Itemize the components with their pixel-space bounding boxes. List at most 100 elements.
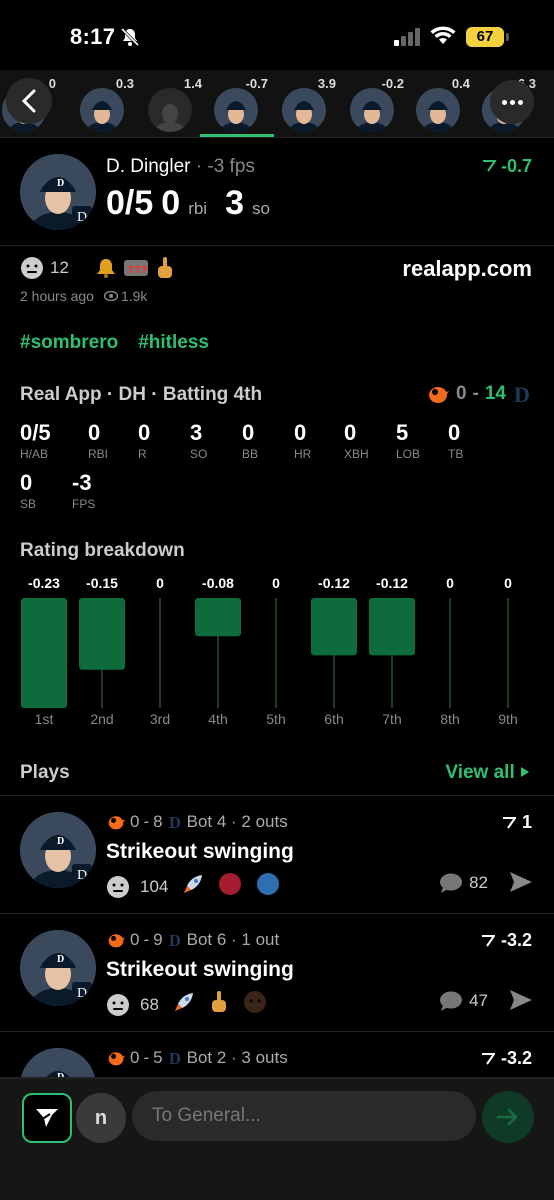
stat-value: 0 [344, 420, 357, 445]
stat-value: -3 [72, 470, 92, 495]
hashtag[interactable]: #hitless [138, 332, 209, 354]
orioles-logo-icon [108, 1052, 125, 1066]
stat-cell: -3 FPS [72, 470, 122, 511]
strip-player-avatar [148, 88, 192, 132]
stat-label: HR [294, 447, 312, 461]
chevron-left-icon [21, 89, 36, 113]
strip-player-avatar [416, 88, 460, 132]
svg-text:D: D [169, 813, 181, 831]
back-button[interactable] [6, 78, 52, 124]
rbi-value: 0 [161, 184, 181, 222]
game-score[interactable]: 0-14 D [426, 382, 532, 406]
real-logo-button[interactable] [22, 1093, 72, 1143]
strip-player-score: 3.9 [317, 76, 336, 91]
clock: 8:17 [70, 24, 116, 49]
hashtag[interactable]: #sombrero [20, 332, 118, 354]
play-delta: -3.2 [481, 930, 532, 951]
plays-title: Plays [20, 762, 70, 783]
inning-label: 5th [266, 711, 285, 727]
tigers-logo-icon: D [169, 813, 181, 831]
svg-text:D: D [77, 986, 87, 1001]
svg-text:D: D [77, 868, 87, 883]
bar-value-label: -0.12 [376, 575, 408, 591]
status-bar: 8:17 67 [0, 0, 554, 70]
stat-cell: 0R [138, 420, 188, 461]
caret-right-icon [521, 767, 529, 777]
more-button[interactable] [490, 80, 534, 124]
strip-player-avatar [214, 88, 258, 132]
stat-value: 0 [20, 470, 33, 495]
cellular-signal-icon [394, 28, 422, 51]
reaction-count: 12 [50, 258, 69, 277]
strip-player[interactable]: 1.4 [146, 76, 202, 132]
compose-bar: n [0, 1078, 554, 1200]
svg-text:D: D [77, 210, 87, 225]
strip-player[interactable]: 3.9 [280, 76, 336, 132]
player-avatar: DD [20, 154, 96, 230]
share-button[interactable] [508, 988, 534, 1017]
play-situation: 0-8 D Bot 4 · 2 outs [106, 812, 288, 832]
bar-value-label: 0 [156, 575, 164, 591]
player-name: D. Dingler · -3 fps [106, 156, 255, 177]
rating-chart: -0.23 1st -0.15 2nd 0 3rd -0.08 4th 0 5th -0.12 6th… [21, 575, 518, 727]
strip-player[interactable]: 0.3 [78, 76, 134, 132]
stat-value: 0 [138, 420, 151, 445]
real-logo-icon [36, 1109, 58, 1127]
strip-player-avatar [350, 88, 394, 132]
play-item[interactable]: D D 0-8 D Bot 4 · 2 outs 1 Strikeout swinging 1… [0, 796, 554, 914]
comments-button[interactable]: 47 [439, 990, 488, 1012]
tigers-logo-icon: D [169, 1049, 181, 1067]
send-button[interactable] [482, 1091, 534, 1143]
message-input[interactable] [132, 1091, 476, 1141]
strip-player-score: -0.7 [245, 76, 268, 91]
real-logo-icon [502, 816, 516, 829]
hits-at-bats: 0/5 [106, 184, 154, 222]
player-strip[interactable]: 0 0.3 1.4 -0.7 3.9 -0.2 0.4 6.3 [0, 70, 554, 138]
strip-player[interactable]: -0.2 [348, 76, 404, 132]
comment-count: 47 [469, 991, 488, 1010]
rating-title: Rating breakdown [20, 540, 185, 561]
play-situation: 0-5 D Bot 2 · 3 outs [106, 1048, 288, 1068]
stat-label: SO [190, 447, 208, 461]
stat-label: FPS [72, 497, 96, 511]
smiley-icon [21, 257, 43, 279]
play-delta: 1 [502, 812, 532, 833]
stat-label: RBI [88, 447, 109, 461]
home-score: 14 [484, 383, 506, 404]
inning-label: 2nd [90, 711, 113, 727]
stat-value: 0 [448, 420, 461, 445]
plays-header: Plays View all [0, 760, 554, 796]
player-avatar: DD [20, 812, 96, 888]
strip-player-score: 0.4 [451, 76, 470, 91]
strip-player-score: 1.4 [183, 76, 202, 91]
stat-cell: 3 SO [190, 420, 240, 461]
play-description: Strikeout swinging [106, 840, 294, 863]
strip-player-score: -0.2 [381, 76, 404, 91]
user-avatar-button[interactable]: n [76, 1093, 126, 1143]
reactions[interactable]: 12 777 [20, 256, 175, 280]
share-button[interactable] [508, 870, 534, 899]
play-situation: 0-9 D Bot 6 · 1 out [106, 930, 279, 950]
rocket-icon [174, 993, 193, 1011]
play-item[interactable]: D D 0-9 D Bot 6 · 1 out -3.2 Strikeout swingin… [0, 914, 554, 1032]
play-delta: -3.2 [481, 1048, 532, 1069]
stat-cell: 0 TB [448, 420, 498, 461]
play-item[interactable]: DD 0-5DBot 2 · 3 outs -3.2 [0, 1032, 554, 1078]
middle-finger-icon [157, 257, 172, 278]
player-avatar: DD [20, 930, 96, 1006]
play-reactions[interactable]: 68 [106, 990, 267, 1019]
rating-bar [311, 598, 357, 656]
bar-value-label: -0.08 [202, 575, 234, 591]
orioles-logo-icon [108, 816, 125, 830]
view-all-link[interactable]: View all [445, 762, 530, 784]
strip-player[interactable]: -0.7 [200, 76, 274, 137]
play-reactions[interactable]: 104 [106, 872, 280, 901]
comments-button[interactable]: 82 [439, 872, 488, 894]
rbi-unit: rbi [188, 199, 208, 218]
game-line: Real App · DH · Batting 4th [20, 384, 263, 405]
source-site[interactable]: realapp.com [402, 256, 532, 282]
svg-text:D: D [514, 382, 530, 406]
strip-player[interactable]: 0.4 [414, 76, 470, 132]
rocket-icon [184, 875, 203, 893]
orioles-logo-icon [108, 934, 125, 948]
